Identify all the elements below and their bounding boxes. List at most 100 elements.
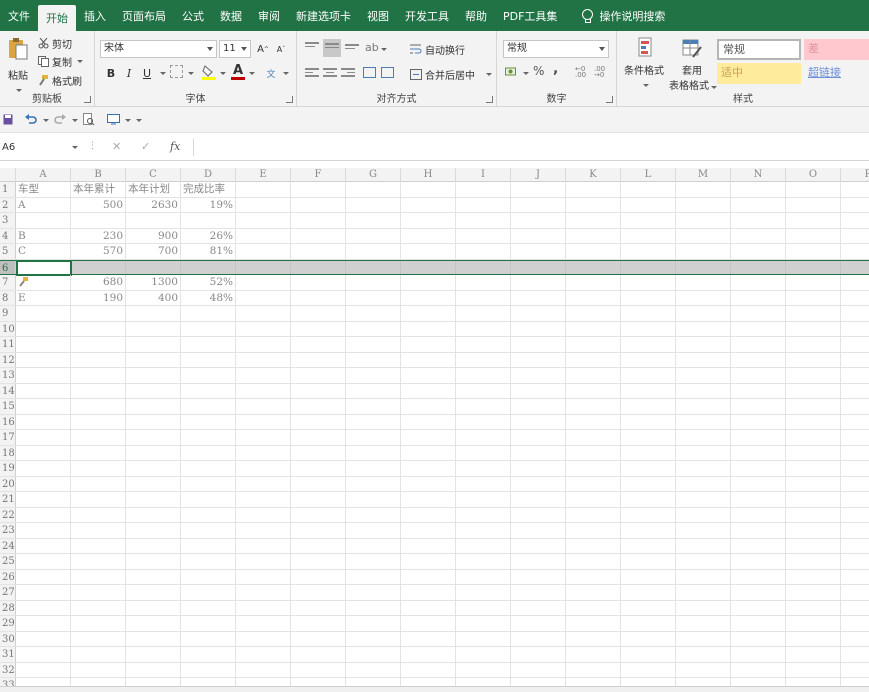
cell-l15[interactable]	[621, 399, 676, 414]
cell-a20[interactable]	[16, 476, 71, 491]
cell-l18[interactable]	[621, 445, 676, 460]
cell-p21[interactable]	[841, 492, 869, 507]
formula-input[interactable]	[193, 139, 869, 156]
cell-n3[interactable]	[731, 213, 786, 228]
cell-p7[interactable]	[841, 275, 869, 290]
cell-n10[interactable]	[731, 321, 786, 336]
cell-m2[interactable]	[676, 197, 731, 212]
cell-a10[interactable]	[16, 321, 71, 336]
cell-k23[interactable]	[566, 523, 621, 538]
cell-f31[interactable]	[291, 647, 346, 662]
format-painter-button[interactable]: 格式刷	[38, 73, 82, 88]
cell-j7[interactable]	[511, 275, 566, 290]
row-header[interactable]: 29	[0, 616, 16, 631]
cell-n19[interactable]	[731, 461, 786, 476]
cell-b3[interactable]	[71, 213, 126, 228]
merge-dropdown-icon[interactable]	[486, 73, 492, 76]
column-header[interactable]: N	[731, 168, 786, 182]
comma-button[interactable]: ,	[553, 61, 558, 77]
ribbon-tab[interactable]: 页面布局	[114, 0, 174, 31]
column-header[interactable]: B	[71, 168, 126, 182]
print-preview-icon[interactable]	[83, 113, 95, 126]
align-bottom-icon[interactable]	[345, 44, 359, 56]
cell-p31[interactable]	[841, 647, 869, 662]
cell-i13[interactable]	[456, 368, 511, 383]
cell-o16[interactable]	[786, 414, 841, 429]
cell-o30[interactable]	[786, 631, 841, 646]
cell-n26[interactable]	[731, 569, 786, 584]
cell-p26[interactable]	[841, 570, 869, 585]
cell-c22[interactable]	[126, 507, 181, 522]
cancel-entry-button[interactable]: ✕	[112, 140, 121, 153]
cell-o32[interactable]	[786, 662, 841, 677]
cell-c24[interactable]	[126, 538, 181, 553]
cell-e4[interactable]	[236, 228, 291, 243]
underline-dropdown-icon[interactable]	[160, 72, 166, 75]
cell-a13[interactable]	[16, 368, 71, 383]
cell-h7[interactable]	[401, 275, 456, 290]
cell-k5[interactable]	[566, 244, 621, 259]
cell-b9[interactable]	[71, 306, 126, 321]
cell-i27[interactable]	[456, 585, 511, 600]
cell-m25[interactable]	[676, 554, 731, 569]
cell-p4[interactable]	[841, 229, 869, 244]
cell-d13[interactable]	[181, 368, 236, 383]
cell-a14[interactable]	[16, 383, 71, 398]
cell-n7[interactable]	[731, 275, 786, 290]
row-header[interactable]: 26	[0, 569, 16, 584]
cell-g6[interactable]	[346, 260, 401, 274]
cell-o14[interactable]	[786, 383, 841, 398]
cell-l14[interactable]	[621, 383, 676, 398]
cell-a26[interactable]	[16, 569, 71, 584]
cell-l7[interactable]	[621, 275, 676, 290]
cell-d15[interactable]	[181, 399, 236, 414]
border-button[interactable]	[170, 65, 183, 78]
row-header[interactable]: 19	[0, 461, 16, 476]
cell-f3[interactable]	[291, 213, 346, 228]
cell-m17[interactable]	[676, 430, 731, 445]
cell-a5[interactable]: C	[16, 244, 71, 259]
cell-f13[interactable]	[291, 368, 346, 383]
paste-button[interactable]: 粘贴	[6, 37, 30, 92]
undo-dropdown-icon[interactable]	[43, 119, 49, 122]
cell-p11[interactable]	[841, 337, 869, 352]
cell-e32[interactable]	[236, 662, 291, 677]
cell-m14[interactable]	[676, 383, 731, 398]
italic-button[interactable]: I	[120, 64, 138, 82]
cell-j1[interactable]	[511, 182, 566, 197]
cell-l25[interactable]	[621, 554, 676, 569]
cell-i20[interactable]	[456, 476, 511, 491]
cell-k8[interactable]	[566, 290, 621, 305]
cell-g22[interactable]	[346, 507, 401, 522]
cell-h18[interactable]	[401, 445, 456, 460]
cell-i9[interactable]	[456, 306, 511, 321]
cell-l10[interactable]	[621, 321, 676, 336]
ribbon-tab[interactable]: 审阅	[250, 0, 288, 31]
tell-me-search[interactable]: 操作说明搜索	[573, 0, 673, 31]
cell-f21[interactable]	[291, 492, 346, 507]
cell-a17[interactable]	[16, 430, 71, 445]
cell-a12[interactable]	[16, 352, 71, 367]
cell-n20[interactable]	[731, 476, 786, 491]
column-header[interactable]: F	[291, 168, 346, 182]
cell-a31[interactable]	[16, 647, 71, 662]
cell-m3[interactable]	[676, 213, 731, 228]
column-header[interactable]: L	[621, 168, 676, 182]
cell-e21[interactable]	[236, 492, 291, 507]
cell-g2[interactable]	[346, 197, 401, 212]
cell-h21[interactable]	[401, 492, 456, 507]
cell-o13[interactable]	[786, 368, 841, 383]
screen-dropdown-icon[interactable]	[125, 119, 131, 122]
cell-o26[interactable]	[786, 569, 841, 584]
cell-i16[interactable]	[456, 414, 511, 429]
cell-p22[interactable]	[841, 508, 869, 523]
cell-f29[interactable]	[291, 616, 346, 631]
cell-b12[interactable]	[71, 352, 126, 367]
cell-i14[interactable]	[456, 383, 511, 398]
cell-l32[interactable]	[621, 662, 676, 677]
cell-i12[interactable]	[456, 352, 511, 367]
row-header[interactable]: 20	[0, 476, 16, 491]
cell-k15[interactable]	[566, 399, 621, 414]
cell-h16[interactable]	[401, 414, 456, 429]
cell-i8[interactable]	[456, 290, 511, 305]
